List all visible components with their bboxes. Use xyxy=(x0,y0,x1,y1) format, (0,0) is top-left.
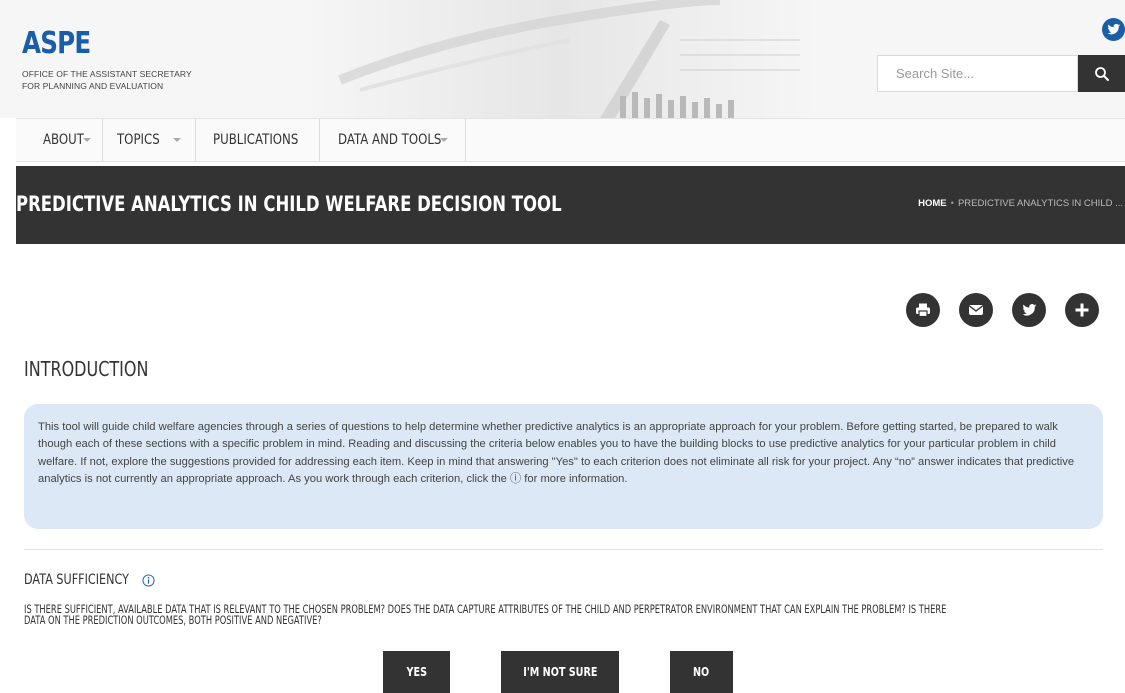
email-icon[interactable] xyxy=(959,293,993,327)
plus-icon[interactable] xyxy=(1065,293,1099,327)
nav-item-label: ABOUT xyxy=(43,132,84,148)
logo-subtitle-line1: OFFICE OF THE ASSISTANT SECRETARY xyxy=(22,69,192,79)
twitter-icon[interactable] xyxy=(1012,293,1046,327)
twitter-icon[interactable] xyxy=(1102,18,1125,41)
header-background-art xyxy=(300,0,820,118)
yes-button[interactable]: YES xyxy=(383,651,450,693)
breadcrumb: HOME • PREDICTIVE ANALYTICS IN CHILD ... xyxy=(918,198,1123,209)
nav-item-topics[interactable]: TOPICS xyxy=(103,119,196,161)
chevron-down-icon xyxy=(83,138,91,142)
logo-title: ASPE xyxy=(22,26,91,61)
data-sufficiency-label: DATA SUFFICIENCY xyxy=(24,572,129,588)
nav-item-data-and-tools[interactable]: DATA AND TOOLS xyxy=(320,119,466,161)
no-button[interactable]: NO xyxy=(670,651,733,693)
question-line-2: DATA ON THE PREDICTION OUTCOMES, BOTH PO… xyxy=(24,614,322,627)
not-sure-button-label: I'M NOT SURE xyxy=(522,665,598,679)
main-nav: ABOUT TOPICS PUBLICATIONS DATA AND TOOLS xyxy=(16,118,1125,162)
page-title-bar: PREDICTIVE ANALYTICS IN CHILD WELFARE DE… xyxy=(16,166,1125,244)
breadcrumb-current: PREDICTIVE ANALYTICS IN CHILD ... xyxy=(957,198,1123,209)
info-icon[interactable] xyxy=(142,573,155,587)
data-sufficiency-question: IS THERE SUFFICIENT, AVAILABLE DATA THAT… xyxy=(24,604,1112,626)
print-icon[interactable] xyxy=(906,293,940,327)
page-title: PREDICTIVE ANALYTICS IN CHILD WELFARE DE… xyxy=(16,192,562,216)
nav-item-label: DATA AND TOOLS xyxy=(338,132,442,148)
logo-subtitle: OFFICE OF THE ASSISTANT SECRETARY FOR PL… xyxy=(22,68,192,92)
breadcrumb-home-link[interactable]: HOME xyxy=(918,198,947,209)
nav-item-publications[interactable]: PUBLICATIONS xyxy=(196,119,320,161)
introduction-box: This tool will guide child welfare agenc… xyxy=(24,404,1103,529)
not-sure-button[interactable]: I'M NOT SURE xyxy=(501,651,619,693)
aspe-logo[interactable]: ASPE OFFICE OF THE ASSISTANT SECRETARY F… xyxy=(22,28,192,92)
search-button[interactable] xyxy=(1078,55,1125,92)
site-header: ASPE OFFICE OF THE ASSISTANT SECRETARY F… xyxy=(0,0,1125,118)
introduction-text: This tool will guide child welfare agenc… xyxy=(38,421,1075,486)
logo-subtitle-line2: FOR PLANNING AND EVALUATION xyxy=(22,81,164,91)
nav-item-label: PUBLICATIONS xyxy=(213,132,299,148)
no-button-label: NO xyxy=(693,665,710,679)
yes-button-label: YES xyxy=(406,665,427,679)
search-input[interactable] xyxy=(877,55,1078,92)
breadcrumb-separator: • xyxy=(950,198,954,209)
chevron-down-icon xyxy=(173,138,181,142)
search-icon xyxy=(1094,66,1109,81)
nav-item-label: TOPICS xyxy=(117,132,160,148)
nav-item-about[interactable]: ABOUT xyxy=(16,119,103,161)
section-divider xyxy=(24,549,1103,550)
introduction-heading: INTRODUCTION xyxy=(24,357,149,381)
data-sufficiency-heading: DATA SUFFICIENCY xyxy=(24,572,155,588)
